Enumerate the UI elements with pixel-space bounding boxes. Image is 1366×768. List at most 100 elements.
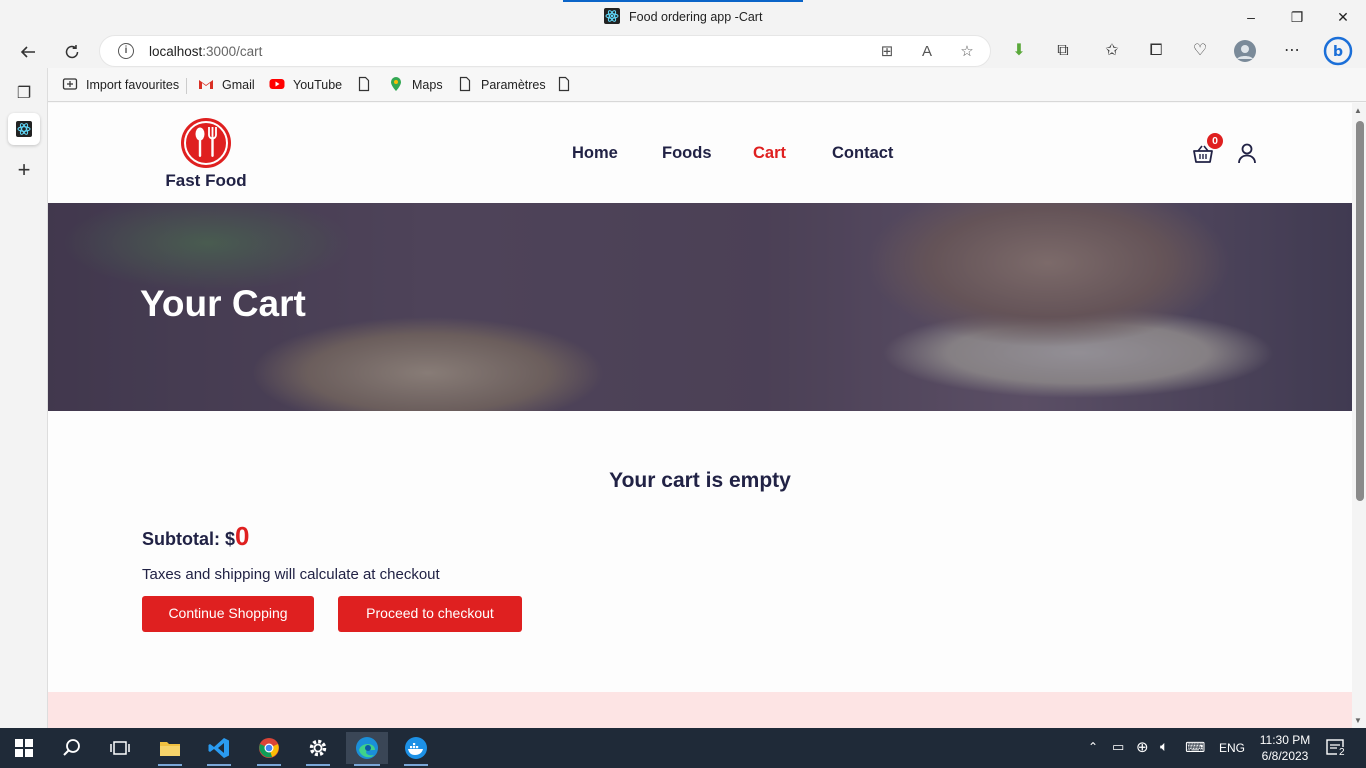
profile-avatar[interactable]	[1232, 38, 1258, 64]
chrome-icon[interactable]	[249, 732, 289, 766]
volume-muted-icon[interactable]: 🔈︎	[1160, 738, 1168, 768]
refresh-button[interactable]	[58, 38, 86, 66]
notification-center-button[interactable]: 2	[1326, 738, 1347, 758]
windows-logo-icon	[15, 739, 33, 757]
bookmark-youtube[interactable]: YouTube	[269, 76, 342, 92]
proceed-to-checkout-button[interactable]: Proceed to checkout	[338, 596, 522, 632]
extensions-icon[interactable]: ⧉	[1050, 38, 1076, 64]
vscode-logo-icon	[208, 738, 229, 758]
youtube-icon	[269, 79, 285, 89]
settings-icon[interactable]	[298, 732, 338, 766]
bookmark-parametres[interactable]: Paramètres	[457, 76, 546, 92]
menu-contact[interactable]: Contact	[832, 144, 893, 163]
chrome-logo-icon	[259, 738, 279, 758]
clock-date: 6/8/2023	[1261, 749, 1309, 763]
bookmark-label: Paramètres	[481, 78, 546, 92]
search-icon	[63, 739, 80, 756]
menu-cart[interactable]: Cart	[753, 144, 786, 163]
bookmark-label: Maps	[412, 78, 443, 92]
bookmark-label: YouTube	[293, 78, 343, 92]
subtotal: Subtotal: $0	[142, 521, 249, 552]
page-viewport: Fast Food Home Foods Cart Contact 0 Your…	[48, 103, 1366, 728]
tab-actions-icon[interactable]: ❐	[8, 78, 40, 110]
page-scrollbar[interactable]: ▲ ▼	[1352, 103, 1366, 728]
bing-icon[interactable]: b	[1322, 36, 1354, 66]
url-host: localhost	[149, 44, 203, 59]
taxes-note: Taxes and shipping will calculate at che…	[142, 566, 440, 583]
gmail-icon	[199, 80, 213, 89]
active-tab-indicator	[563, 0, 803, 2]
more-options-icon[interactable]: ⋯	[1279, 38, 1305, 64]
menu-home[interactable]: Home	[572, 144, 618, 163]
bookmark-page-1[interactable]	[356, 76, 380, 92]
bookmark-page-2[interactable]	[556, 76, 580, 92]
scroll-up-arrow-icon[interactable]: ▲	[1354, 106, 1362, 115]
file-explorer-icon[interactable]	[150, 732, 190, 766]
page-icon	[459, 76, 471, 92]
vscode-icon[interactable]	[199, 732, 239, 766]
system-clock[interactable]: 11:30 PM 6/8/2023	[1250, 732, 1320, 764]
browser-sidebar: ❐ +	[0, 68, 48, 728]
profile-avatar-icon	[1234, 40, 1256, 62]
bing-logo-icon: b	[1323, 36, 1353, 66]
search-button[interactable]	[52, 732, 92, 764]
bookmark-divider	[186, 78, 187, 94]
window-titlebar: Food ordering app -Cart – ❐ ✕	[0, 0, 1366, 34]
page-icon	[558, 76, 570, 92]
refresh-icon	[65, 45, 79, 59]
empty-cart-message: Your cart is empty	[609, 469, 791, 492]
hero-title: Your Cart	[140, 283, 306, 324]
subtotal-label: Subtotal: $	[142, 529, 235, 549]
sidebar-tab-react-app[interactable]	[8, 113, 40, 145]
edge-icon[interactable]	[346, 732, 388, 766]
window-title: Food ordering app -Cart	[629, 10, 763, 24]
page-icon	[358, 76, 370, 92]
scroll-down-arrow-icon[interactable]: ▼	[1354, 716, 1362, 725]
minimize-button[interactable]: –	[1228, 4, 1274, 30]
network-globe-icon[interactable]: ⊕	[1136, 738, 1149, 768]
collections-icon[interactable]: ⧠	[1143, 38, 1169, 64]
show-hidden-icons-chevron-icon[interactable]: ⌃	[1088, 740, 1098, 768]
continue-shopping-button[interactable]: Continue Shopping	[142, 596, 314, 632]
download-extension-icon[interactable]: ⬇	[1006, 38, 1032, 64]
task-view-button[interactable]	[100, 732, 140, 764]
footer-section	[48, 692, 1352, 728]
apps-icon[interactable]: ⊞	[877, 42, 897, 62]
start-button[interactable]	[4, 732, 44, 764]
windows-taskbar: ⌃ ▭ ⊕ 🔈︎ ⌨ ENG 11:30 PM 6/8/2023 2	[0, 728, 1366, 768]
bookmark-label: Import favourites	[86, 78, 180, 92]
fork-spoon-logo-icon	[181, 118, 231, 168]
bookmark-gmail[interactable]: Gmail	[198, 76, 255, 92]
menu-foods[interactable]: Foods	[662, 144, 712, 163]
bookmark-import-favourites[interactable]: Import favourites	[62, 76, 179, 92]
cart-section: Your cart is empty Subtotal: $0 Taxes an…	[48, 411, 1352, 692]
docker-icon[interactable]	[396, 732, 436, 766]
site-info-icon[interactable]: i	[118, 43, 134, 59]
task-view-icon	[110, 741, 130, 755]
svg-text:b: b	[1333, 44, 1343, 60]
language-indicator[interactable]: ENG	[1219, 741, 1245, 768]
bookmark-label: Gmail	[222, 78, 255, 92]
url-text[interactable]: localhost:3000/cart	[149, 44, 262, 59]
cart-count-badge: 0	[1207, 133, 1223, 149]
keyboard-icon[interactable]: ⌨	[1185, 739, 1205, 768]
maximize-button[interactable]: ❐	[1274, 4, 1320, 30]
user-icon[interactable]	[1236, 142, 1258, 164]
performance-icon[interactable]: ♡	[1187, 38, 1213, 64]
favorites-icon[interactable]: ✩	[1099, 38, 1125, 64]
new-tab-plus-icon[interactable]: +	[8, 154, 40, 186]
battery-icon[interactable]: ▭	[1112, 739, 1124, 768]
brand-name: Fast Food	[165, 171, 247, 190]
back-button[interactable]	[14, 38, 42, 66]
react-icon	[603, 8, 620, 24]
scrollbar-thumb[interactable]	[1356, 121, 1364, 501]
close-button[interactable]: ✕	[1320, 4, 1366, 30]
back-arrow-icon	[20, 46, 35, 58]
site-logo[interactable]: Fast Food	[164, 117, 248, 191]
window-title-area: Food ordering app -Cart	[0, 8, 1366, 24]
favorite-star-icon[interactable]: ☆	[957, 42, 977, 62]
gear-icon	[309, 739, 327, 757]
read-aloud-icon[interactable]: A	[917, 42, 937, 62]
bookmark-maps[interactable]: Maps	[388, 76, 443, 92]
address-bar[interactable]: i localhost:3000/cart ⊞ A ☆	[99, 35, 991, 67]
